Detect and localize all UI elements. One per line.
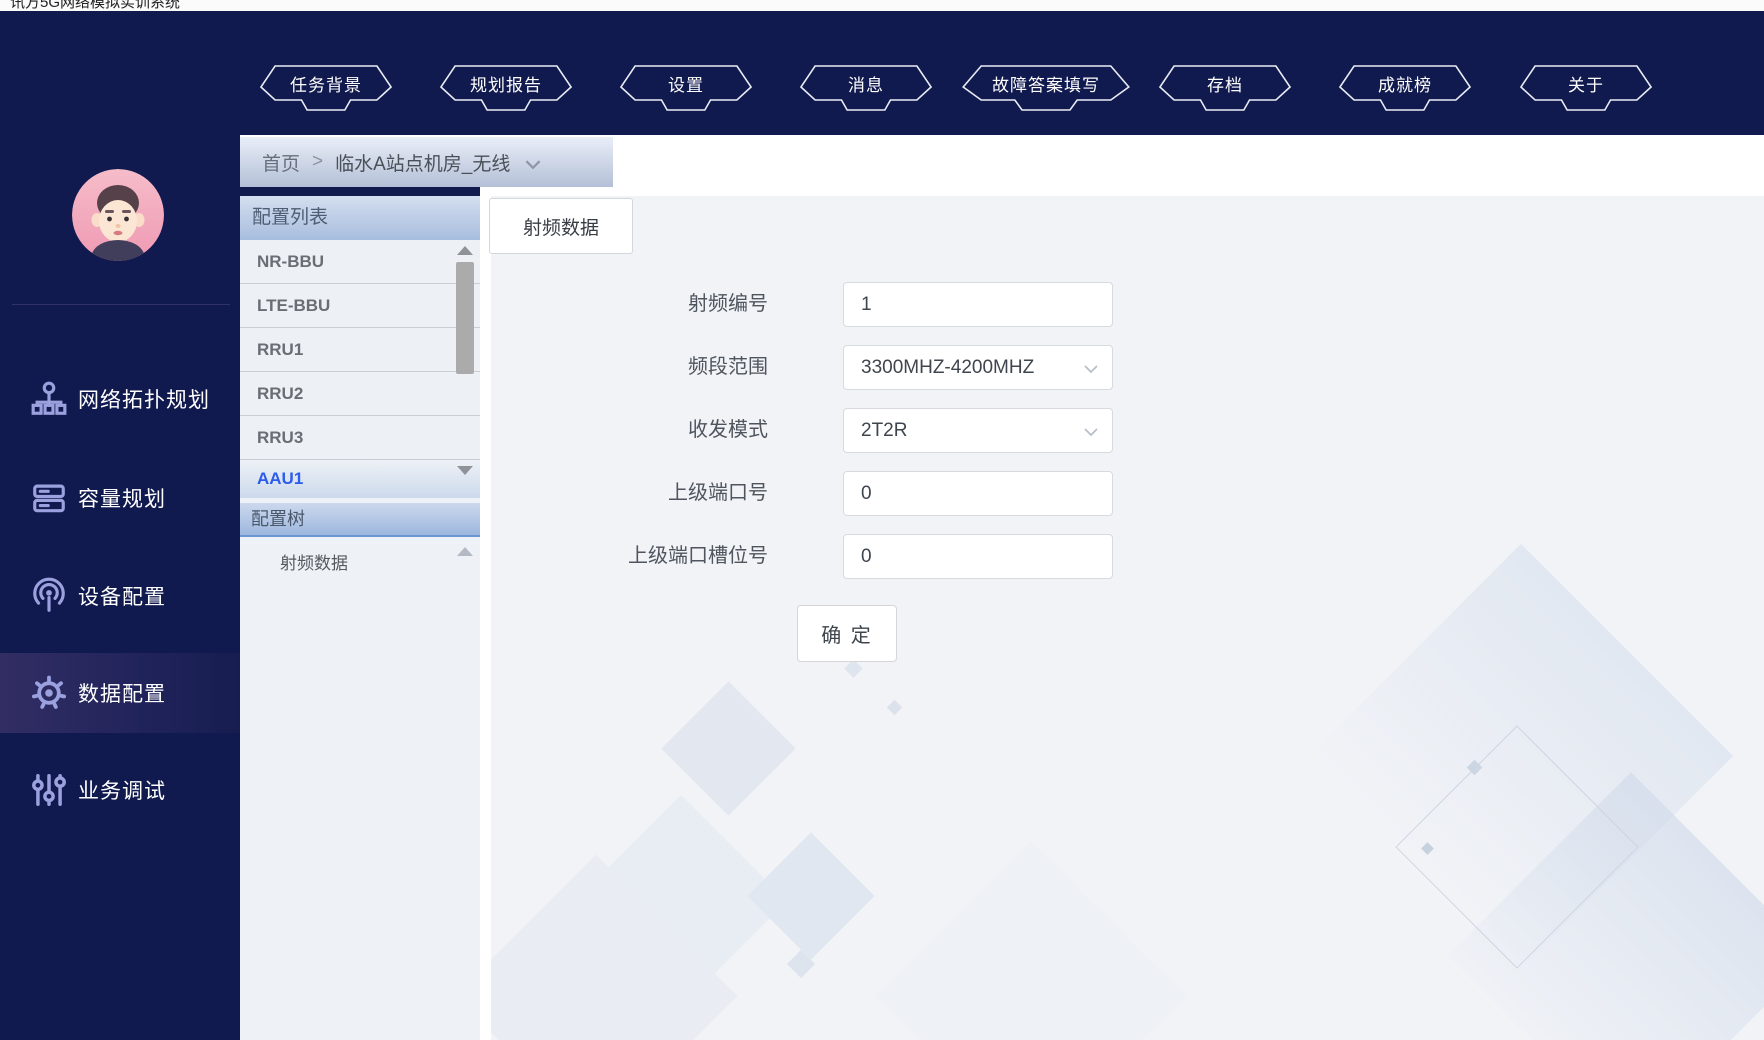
rf-number-field[interactable]: [843, 282, 1113, 327]
about-button[interactable]: 关于: [1520, 65, 1652, 111]
upper-port-slot-field[interactable]: [843, 534, 1113, 579]
sidebar-item-label: 网络拓扑规划: [78, 389, 210, 412]
sidebar-item-service-debug[interactable]: 业务调试: [0, 750, 240, 830]
nav-button-label: 规划报告: [470, 75, 542, 95]
sliders-icon: [32, 774, 66, 806]
avatar[interactable]: [72, 169, 164, 261]
avatar-face-icon: [72, 169, 164, 261]
sidebar-item-capacity-planning[interactable]: 容量规划: [0, 458, 240, 538]
device-item-lte-bbu[interactable]: LTE-BBU: [240, 284, 480, 328]
capacity-icon: [33, 484, 65, 513]
topology-icon: [31, 381, 67, 415]
app-root: 讯方5G网络模拟实训系统 13:48 任务背景 规划报告 设置 消息 故障答案填…: [0, 0, 1764, 1040]
upper-port-input[interactable]: [844, 472, 1112, 515]
upper-port-label: 上级端口号: [668, 482, 768, 504]
breadcrumb-home-link[interactable]: 首页: [262, 149, 300, 176]
bg-diamond: [844, 659, 863, 678]
scroll-down-arrow[interactable]: [457, 466, 473, 475]
nav-button-label: 存档: [1207, 75, 1243, 95]
upper-port-field[interactable]: [843, 471, 1113, 516]
main-content: [480, 135, 1764, 1040]
rf-number-label: 射频编号: [688, 293, 768, 315]
bg-diamond: [875, 840, 1187, 1040]
messages-button[interactable]: 消息: [800, 65, 932, 111]
breadcrumb-current: 临水A站点机房_无线: [335, 153, 511, 175]
archive-button[interactable]: 存档: [1159, 65, 1291, 111]
tree-item-rf-data[interactable]: 射频数据: [240, 539, 480, 589]
sidebar-item-label: 业务调试: [78, 780, 166, 803]
sidebar-item-label: 设备配置: [78, 586, 166, 609]
trx-mode-select[interactable]: 2T2R: [843, 408, 1113, 453]
breadcrumb-panel-gap: [240, 187, 480, 196]
bg-diamond: [886, 699, 903, 716]
nav-button-label: 成就榜: [1378, 75, 1432, 95]
tree-scroll-up-arrow[interactable]: [457, 547, 473, 556]
achievements-button[interactable]: 成就榜: [1339, 65, 1471, 111]
device-item-rru3[interactable]: RRU3: [240, 416, 480, 460]
settings-button[interactable]: 设置: [620, 65, 752, 111]
broadcast-icon: [33, 577, 65, 612]
browser-title-text: 讯方5G网络模拟实训系统: [10, 0, 181, 11]
device-list: NR-BBU LTE-BBU RRU1 RRU2 RRU3 AAU1: [240, 240, 480, 498]
top-header: 13:48 任务背景 规划报告 设置 消息 故障答案填写 存档 成就榜: [0, 11, 1764, 135]
planning-report-button[interactable]: 规划报告: [440, 65, 572, 111]
tab-rf-data[interactable]: 射频数据: [489, 198, 633, 254]
nav-button-label: 关于: [1568, 75, 1604, 95]
config-panel: 配置列表 NR-BBU LTE-BBU RRU1 RRU2 RRU3 AAU1 …: [240, 196, 480, 1040]
breadcrumb-separator: >: [312, 151, 324, 172]
browser-title-strip: 讯方5G网络模拟实训系统: [0, 0, 1764, 11]
config-tree-title: 配置树: [240, 503, 480, 537]
device-item-rru1[interactable]: RRU1: [240, 328, 480, 372]
sidebar-divider: [12, 304, 230, 305]
band-range-value: 3300MHZ-4200MHZ: [861, 356, 1035, 378]
chevron-down-icon: [1084, 428, 1098, 437]
nav-button-label: 消息: [848, 75, 884, 95]
breadcrumb: 首页 > 临水A站点机房_无线: [240, 137, 613, 187]
sidebar-item-device-config[interactable]: 设备配置: [0, 556, 240, 636]
gear-icon: [31, 675, 67, 709]
tab-label: 射频数据: [522, 217, 599, 239]
rf-number-input[interactable]: [844, 283, 1112, 326]
sidebar-item-label: 数据配置: [78, 683, 166, 706]
device-item-aau1[interactable]: AAU1: [240, 460, 480, 498]
nav-button-label: 故障答案填写: [992, 75, 1100, 95]
sidebar: 网络拓扑规划 容量规划 设备配置 数据配置 业务调试: [0, 11, 240, 1040]
nav-button-label: 任务背景: [290, 75, 362, 95]
fault-answer-button[interactable]: 故障答案填写: [962, 65, 1130, 111]
scroll-up-arrow[interactable]: [457, 246, 473, 255]
config-list-title: 配置列表: [240, 196, 480, 240]
sidebar-item-data-config[interactable]: 数据配置: [0, 653, 240, 733]
upper-port-slot-input[interactable]: [844, 535, 1112, 578]
confirm-button[interactable]: 确 定: [797, 605, 897, 662]
bg-diamond: [747, 832, 875, 960]
task-background-button[interactable]: 任务背景: [260, 65, 392, 111]
upper-port-slot-label: 上级端口槽位号: [628, 545, 768, 567]
trx-mode-value: 2T2R: [861, 419, 908, 441]
chevron-down-icon: [1084, 365, 1098, 374]
sidebar-item-network-topology[interactable]: 网络拓扑规划: [0, 359, 240, 439]
device-item-rru2[interactable]: RRU2: [240, 372, 480, 416]
band-range-label: 频段范围: [688, 356, 768, 378]
device-item-nr-bbu[interactable]: NR-BBU: [240, 240, 480, 284]
nav-button-label: 设置: [668, 75, 704, 95]
sidebar-item-label: 容量规划: [78, 488, 166, 511]
scrollbar-thumb[interactable]: [456, 262, 474, 374]
band-range-select[interactable]: 3300MHZ-4200MHZ: [843, 345, 1113, 390]
trx-mode-label: 收发模式: [688, 419, 768, 441]
chevron-down-icon[interactable]: [524, 159, 542, 170]
